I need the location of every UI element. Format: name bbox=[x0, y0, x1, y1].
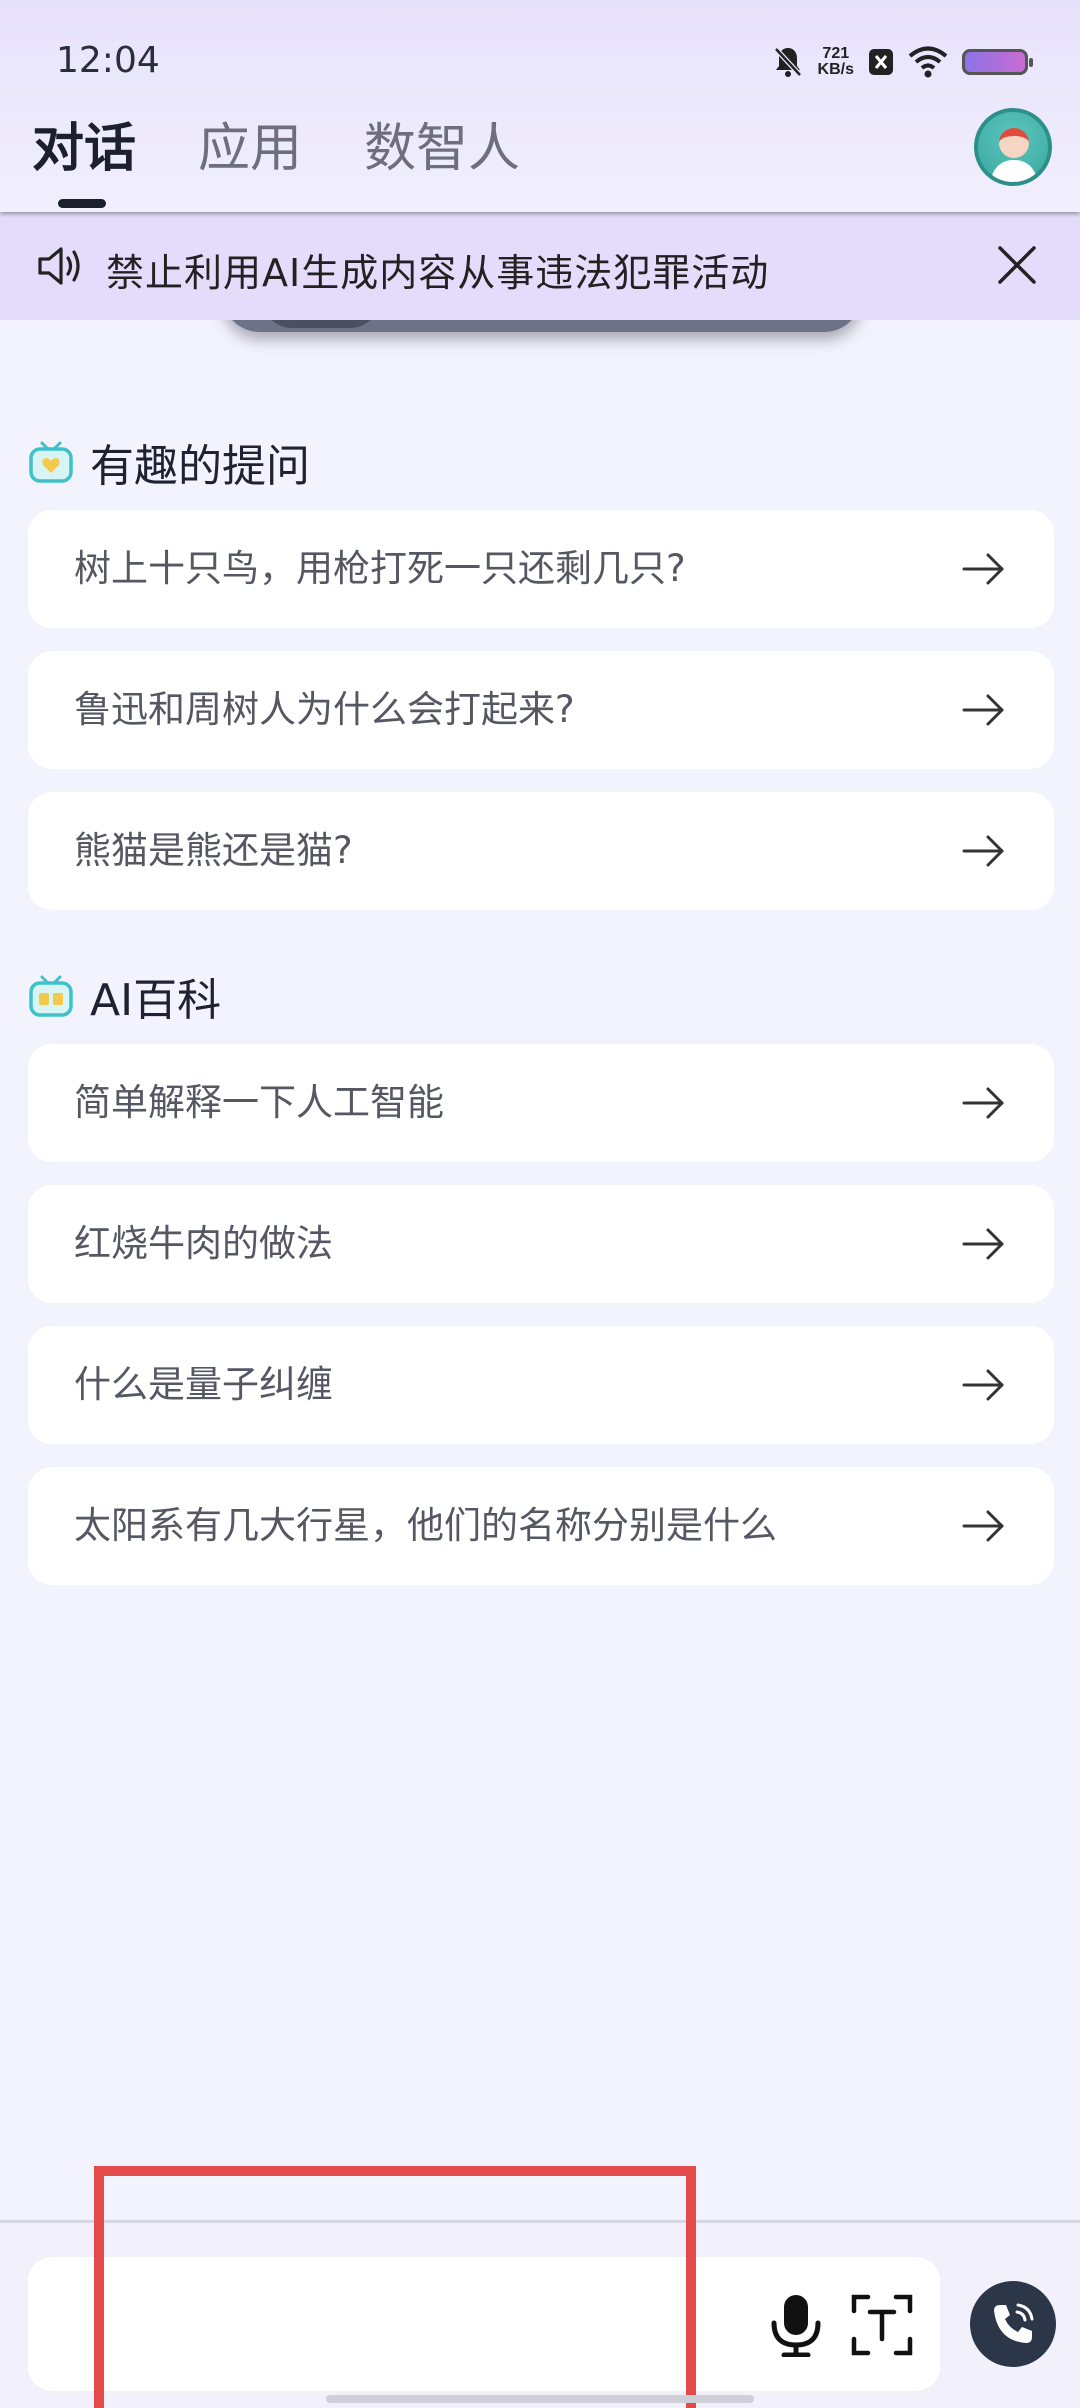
question-card[interactable]: 树上十只鸟，用枪打死一只还剩几只? bbox=[28, 510, 1054, 628]
arrow-right-icon bbox=[962, 553, 1004, 585]
bell-muted-icon bbox=[773, 47, 802, 77]
arrow-right-icon bbox=[962, 1369, 1004, 1401]
question-card[interactable]: 简单解释一下人工智能 bbox=[28, 1044, 1054, 1162]
section-title-text: 有趣的提问 bbox=[90, 441, 310, 492]
tv-book-icon bbox=[29, 975, 73, 1017]
phone-call-icon bbox=[994, 2303, 1034, 2343]
app-header: 12:04 721 KB/s 对话 应用 数智人 bbox=[0, 0, 1080, 212]
question-text: 红烧牛肉的做法 bbox=[74, 1222, 333, 1265]
section-title-ai-encyclopedia: AI百科 bbox=[28, 964, 221, 1028]
tab-apps[interactable]: 应用 bbox=[198, 112, 302, 186]
question-text: 简单解释一下人工智能 bbox=[74, 1081, 444, 1124]
status-bar: 12:04 721 KB/s bbox=[0, 0, 1080, 115]
section-title-text: AI百科 bbox=[90, 975, 222, 1026]
net-speed: 721 KB/s bbox=[818, 46, 854, 78]
arrow-right-icon bbox=[962, 835, 1004, 867]
avatar-body bbox=[991, 160, 1037, 182]
notice-banner: 禁止利用AI生成内容从事违法犯罪活动 bbox=[0, 212, 1080, 320]
section-title-fun-questions: 有趣的提问 bbox=[28, 430, 310, 494]
net-speed-unit: KB/s bbox=[817, 61, 854, 78]
avatar-head bbox=[999, 128, 1029, 158]
user-avatar[interactable] bbox=[974, 108, 1052, 186]
question-text: 鲁迅和周树人为什么会打起来? bbox=[74, 688, 575, 731]
sim-disabled-icon bbox=[869, 49, 893, 75]
voice-call-button[interactable] bbox=[970, 2281, 1056, 2367]
question-text: 太阳系有几大行星，他们的名称分别是什么 bbox=[74, 1504, 777, 1547]
question-card[interactable]: 太阳系有几大行星，他们的名称分别是什么 bbox=[28, 1467, 1054, 1585]
close-icon[interactable] bbox=[994, 242, 1040, 288]
question-text: 什么是量子纠缠 bbox=[74, 1363, 333, 1406]
arrow-right-icon bbox=[962, 1087, 1004, 1119]
arrow-right-icon bbox=[962, 1510, 1004, 1542]
question-text: 熊猫是熊还是猫? bbox=[74, 829, 353, 872]
highlight-annotation bbox=[94, 2166, 696, 2408]
notice-text: 禁止利用AI生成内容从事违法犯罪活动 bbox=[106, 251, 770, 295]
status-icons: 721 KB/s bbox=[772, 40, 1033, 84]
text-scan-icon[interactable] bbox=[850, 2293, 914, 2357]
question-text: 树上十只鸟，用枪打死一只还剩几只? bbox=[74, 547, 686, 590]
tv-heart-icon bbox=[29, 441, 73, 483]
question-card[interactable]: 红烧牛肉的做法 bbox=[28, 1185, 1054, 1303]
question-card[interactable]: 什么是量子纠缠 bbox=[28, 1326, 1054, 1444]
microphone-icon[interactable] bbox=[766, 2293, 826, 2357]
battery-icon bbox=[962, 49, 1033, 75]
tab-digital-human[interactable]: 数智人 bbox=[364, 112, 520, 186]
arrow-right-icon bbox=[962, 694, 1004, 726]
question-card[interactable]: 熊猫是熊还是猫? bbox=[28, 792, 1054, 910]
speaker-icon bbox=[38, 247, 80, 285]
top-tabs: 对话 应用 数智人 bbox=[32, 112, 520, 208]
home-indicator[interactable] bbox=[326, 2395, 754, 2403]
wifi-icon bbox=[908, 46, 948, 78]
question-card[interactable]: 鲁迅和周树人为什么会打起来? bbox=[28, 651, 1054, 769]
status-time: 12:04 bbox=[56, 40, 160, 81]
arrow-right-icon bbox=[962, 1228, 1004, 1260]
net-speed-value: 721 bbox=[822, 45, 850, 62]
tab-chat[interactable]: 对话 bbox=[32, 112, 136, 208]
